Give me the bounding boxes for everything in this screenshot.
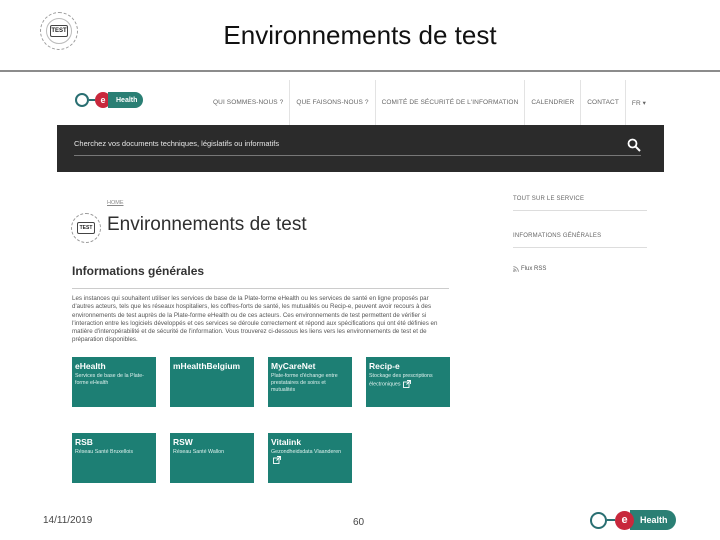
tile-mhealthbelgium[interactable]: mHealthBelgium (170, 357, 254, 407)
sidebar-link-info[interactable]: INFORMATIONS GÉNÉRALES (513, 229, 647, 248)
site-header: e Health QUI SOMMES-NOUS ? QUE FAISONS-N… (57, 80, 664, 125)
page-number: 60 (353, 517, 365, 528)
nav-contact[interactable]: CONTACT (581, 80, 626, 125)
search-icon[interactable] (627, 138, 641, 152)
language-selector[interactable]: FR ▾ (626, 80, 652, 125)
section-divider (72, 288, 449, 289)
main-nav: QUI SOMMES-NOUS ? QUE FAISONS-NOUS ? COM… (207, 80, 652, 125)
test-page-icon: TEST (71, 213, 101, 243)
search-input[interactable]: Cherchez vos documents techniques, légis… (74, 139, 279, 148)
ehealth-footer-logo: e Health (590, 510, 676, 530)
title-divider (0, 70, 720, 72)
tile-recipe[interactable]: Recip-e Stockage des prescriptions élect… (366, 357, 450, 407)
tile-rsb[interactable]: RSB Réseau Santé Bruxellois (72, 433, 156, 483)
rss-link[interactable]: Flux RSS (513, 266, 647, 272)
external-link-icon (402, 380, 411, 388)
rss-label: Flux RSS (521, 266, 547, 272)
monitor-icon: TEST (77, 222, 95, 234)
tile-rsw[interactable]: RSW Réseau Santé Wallon (170, 433, 254, 483)
ehealth-logo[interactable]: e Health (75, 92, 144, 108)
section-title: Informations générales (72, 264, 205, 278)
slide-title: Environnements de test (223, 20, 497, 50)
external-link-icon (273, 456, 281, 464)
search-underline (74, 155, 641, 156)
page-title: Environnements de test (107, 214, 307, 235)
rss-icon (513, 266, 519, 272)
sidebar: TOUT SUR LE SERVICE INFORMATIONS GÉNÉRAL… (513, 192, 647, 272)
tile-vitalink[interactable]: Vitalink Gezondheidsdata Vlaanderen (268, 433, 352, 483)
tile-mycarenet[interactable]: MyCareNet Plate-forme d'échange entre pr… (268, 357, 352, 407)
website-screenshot: e Health QUI SOMMES-NOUS ? QUE FAISONS-N… (57, 80, 664, 520)
nav-activities[interactable]: QUE FAISONS-NOUS ? (290, 80, 376, 125)
nav-security-committee[interactable]: COMITÉ DE SÉCURITÉ DE L'INFORMATION (376, 80, 526, 125)
breadcrumb-home[interactable]: HOME (107, 200, 124, 206)
nav-calendar[interactable]: CALENDRIER (525, 80, 582, 125)
tile-ehealth[interactable]: eHealth Services de base de la Plate-for… (72, 357, 156, 407)
sidebar-link-service[interactable]: TOUT SUR LE SERVICE (513, 192, 647, 211)
intro-paragraph: Les instances qui souhaitent utiliser le… (72, 295, 438, 344)
nav-about[interactable]: QUI SOMMES-NOUS ? (207, 80, 291, 125)
search-bar: Cherchez vos documents techniques, légis… (57, 125, 664, 172)
footer-date: 14/11/2019 (43, 515, 93, 526)
